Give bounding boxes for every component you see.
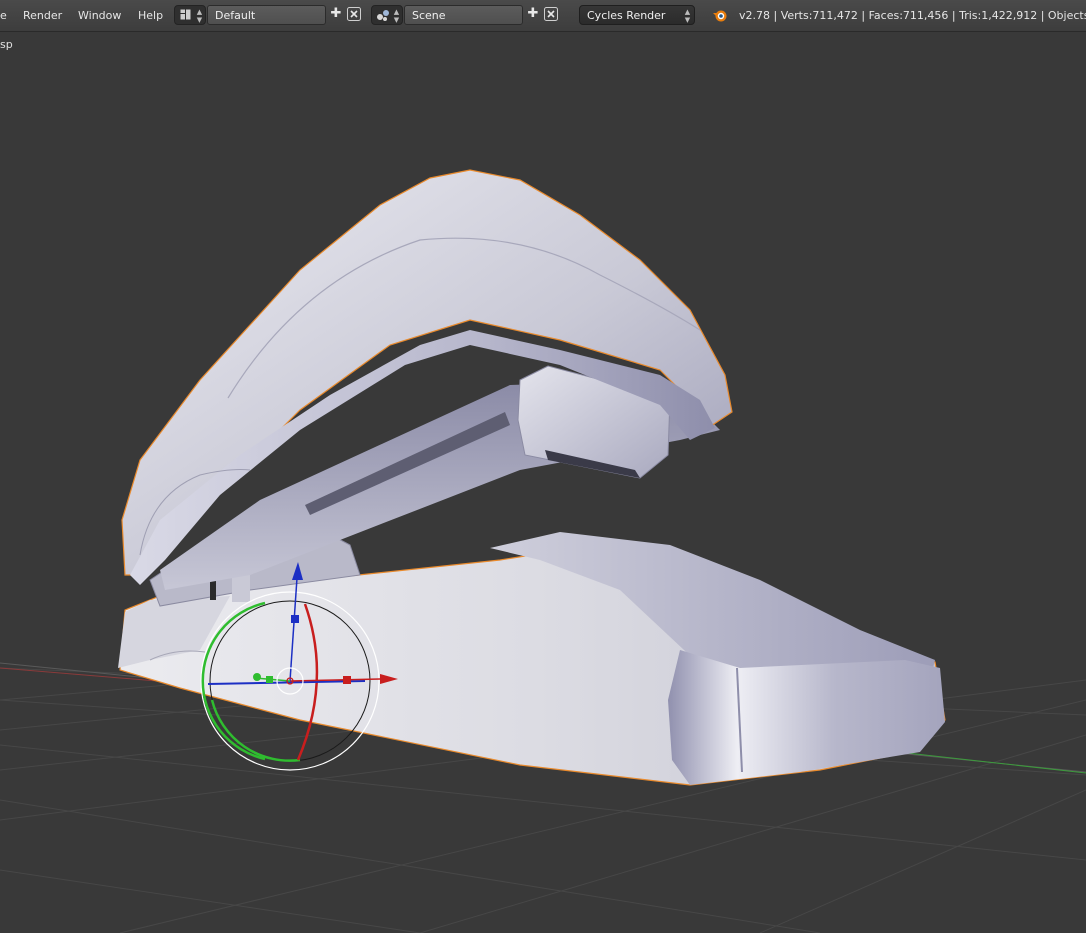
z-scale-handle[interactable] bbox=[291, 615, 299, 623]
blender-window: e Render Window Help ▲ ▼ Default ✚ ▲ ▼ Sce… bbox=[0, 0, 1086, 933]
stapler-base-end bbox=[668, 650, 945, 785]
stapler-mesh[interactable] bbox=[118, 169, 946, 786]
viewport-scene bbox=[0, 169, 1086, 933]
y-axis-arrow-icon[interactable] bbox=[253, 673, 261, 681]
x-scale-handle[interactable] bbox=[343, 676, 351, 684]
y-scale-handle[interactable] bbox=[266, 676, 273, 683]
